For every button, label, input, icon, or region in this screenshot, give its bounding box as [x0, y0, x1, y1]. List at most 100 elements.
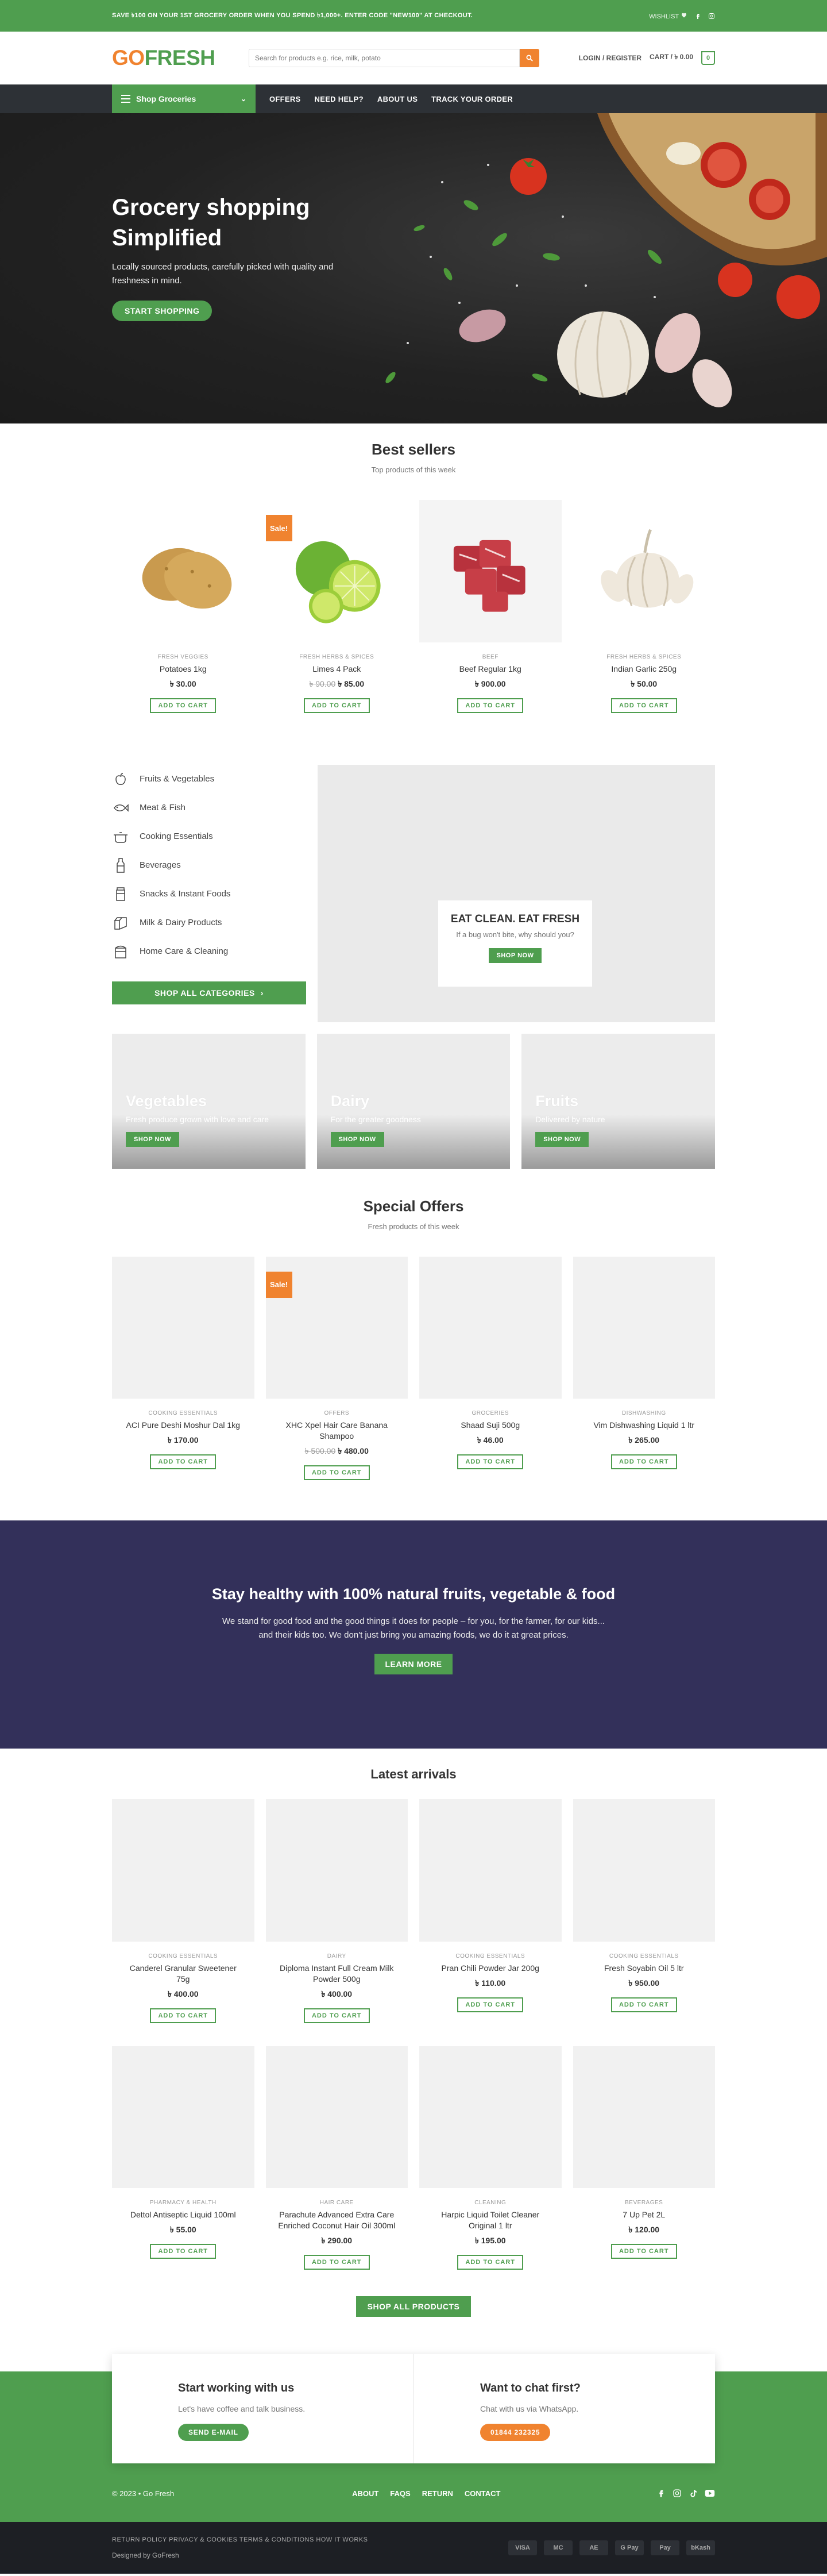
add-to-cart-button[interactable]: ADD TO CART	[610, 2244, 677, 2259]
product-name[interactable]: 7 Up Pet 2L	[573, 2209, 716, 2220]
product-name[interactable]: Pran Chili Powder Jar 200g	[419, 1963, 562, 1974]
product-image-beef[interactable]	[419, 500, 562, 642]
product-image[interactable]	[573, 1799, 715, 1942]
add-to-cart-button[interactable]: ADD TO CART	[150, 2244, 217, 2259]
product-image[interactable]	[573, 2046, 715, 2188]
nav-offers[interactable]: OFFERS	[269, 95, 301, 103]
footer-link-contact[interactable]: CONTACT	[465, 2489, 501, 2498]
search-input[interactable]: Search for products e.g. rice, milk, pot…	[249, 49, 520, 67]
product-image[interactable]	[112, 1256, 254, 1399]
category-meat-fish[interactable]: Meat & Fish	[112, 794, 306, 822]
add-to-cart-button[interactable]: ADD TO CART	[303, 2008, 370, 2023]
footer-link-faqs[interactable]: FAQS	[390, 2489, 410, 2498]
add-to-cart-button[interactable]: ADD TO CART	[150, 1454, 217, 1469]
product-image[interactable]	[419, 1799, 562, 1942]
facebook-icon[interactable]	[656, 2489, 666, 2498]
product-name[interactable]: Limes 4 Pack	[266, 664, 408, 675]
product-card[interactable]: HAIR CARE Parachute Advanced Extra Care …	[265, 2046, 408, 2270]
add-to-cart-button[interactable]: ADD TO CART	[457, 2255, 524, 2270]
product-card[interactable]: BEVERAGES 7 Up Pet 2L ৳ 120.00 ADD TO CA…	[573, 2046, 716, 2270]
add-to-cart-button[interactable]: ADD TO CART	[150, 2008, 217, 2023]
add-to-cart-button[interactable]: ADD TO CART	[150, 698, 217, 713]
product-image[interactable]	[265, 2046, 408, 2188]
add-to-cart-button[interactable]: ADD TO CART	[610, 698, 677, 713]
product-card[interactable]: DISHWASHING Vim Dishwashing Liquid 1 ltr…	[573, 1256, 716, 1481]
facebook-icon[interactable]	[694, 13, 701, 20]
add-to-cart-button[interactable]: ADD TO CART	[303, 2255, 370, 2270]
add-to-cart-button[interactable]: ADD TO CART	[303, 1465, 370, 1480]
add-to-cart-button[interactable]: ADD TO CART	[457, 1997, 524, 2012]
start-shopping-button[interactable]: START SHOPPING	[112, 301, 212, 321]
shop-all-products-button[interactable]: SHOP ALL PRODUCTS	[355, 2296, 472, 2317]
instagram-icon[interactable]	[708, 13, 715, 20]
product-image[interactable]	[419, 2046, 562, 2188]
policy-links[interactable]: RETURN POLICY PRIVACY & COOKIES TERMS & …	[112, 2536, 368, 2543]
product-name[interactable]: Harpic Liquid Toilet Cleaner Original 1 …	[419, 2209, 562, 2231]
add-to-cart-button[interactable]: ADD TO CART	[457, 698, 524, 713]
product-name[interactable]: Shaad Suji 500g	[419, 1420, 562, 1431]
add-to-cart-button[interactable]: ADD TO CART	[303, 698, 370, 713]
product-name[interactable]: Dettol Antiseptic Liquid 100ml	[112, 2209, 254, 2220]
learn-more-button[interactable]: LEARN MORE	[374, 1654, 453, 1674]
product-image[interactable]	[112, 1799, 254, 1942]
instagram-icon[interactable]	[673, 2489, 682, 2498]
wishlist-link[interactable]: WISHLIST	[649, 11, 687, 20]
site-logo[interactable]: GOFRESH	[112, 46, 244, 70]
shop-groceries-dropdown[interactable]: Shop Groceries ⌄	[112, 84, 256, 113]
product-image-potatoes[interactable]	[112, 500, 254, 642]
tiktok-icon[interactable]	[689, 2489, 698, 2498]
product-image[interactable]	[112, 2046, 254, 2188]
product-card[interactable]: GROCERIES Shaad Suji 500g ৳ 46.00 ADD TO…	[419, 1256, 562, 1481]
product-image-limes[interactable]: Sale!	[265, 500, 408, 642]
whatsapp-button[interactable]: 01844 232325	[480, 2424, 551, 2441]
footer-link-return[interactable]: RETURN	[422, 2489, 453, 2498]
product-card[interactable]: Sale! OFFERS XHC Xpel Hair Care Banana S…	[265, 1256, 408, 1480]
category-cooking-essentials[interactable]: Cooking Essentials	[112, 822, 306, 851]
product-card[interactable]: FRESH HERBS & SPICES Indian Garlic 250g …	[573, 500, 716, 713]
product-card[interactable]: BEEF Beef Regular 1kg ৳ 900.00 ADD TO CA…	[419, 500, 562, 713]
product-card[interactable]: COOKING ESSENTIALS ACI Pure Deshi Moshur…	[112, 1256, 254, 1481]
product-name[interactable]: Parachute Advanced Extra Care Enriched C…	[266, 2209, 408, 2231]
promo-shop-now-button[interactable]: SHOP NOW	[535, 1131, 589, 1147]
search-button[interactable]	[520, 49, 539, 67]
product-image[interactable]	[419, 1256, 562, 1399]
promo-card-dairy[interactable]: Dairy For the greater goodness SHOP NOW	[316, 1033, 511, 1169]
category-milk-dairy[interactable]: Milk & Dairy Products	[112, 908, 306, 937]
nav-need-help[interactable]: NEED HELP?	[315, 95, 364, 103]
category-fruits-vegetables[interactable]: Fruits & Vegetables	[112, 765, 306, 794]
add-to-cart-button[interactable]: ADD TO CART	[457, 1454, 524, 1469]
product-card[interactable]: FRESH VEGGIES Potatoes 1kg ৳ 30.00 ADD T…	[112, 500, 254, 713]
eat-clean-shop-now-button[interactable]: SHOP NOW	[488, 948, 542, 963]
nav-track-order[interactable]: TRACK YOUR ORDER	[431, 95, 513, 103]
cart-count-badge[interactable]: 0	[701, 51, 715, 65]
youtube-icon[interactable]	[705, 2489, 715, 2498]
product-image[interactable]	[573, 1256, 715, 1399]
shop-all-categories-button[interactable]: SHOP ALL CATEGORIES ›	[112, 981, 306, 1004]
product-image[interactable]	[265, 1799, 408, 1942]
product-card[interactable]: PHARMACY & HEALTH Dettol Antiseptic Liqu…	[112, 2046, 254, 2270]
product-name[interactable]: Beef Regular 1kg	[419, 664, 562, 675]
login-register-link[interactable]: LOGIN / REGISTER	[579, 54, 641, 62]
category-beverages[interactable]: Beverages	[112, 851, 306, 880]
nav-about-us[interactable]: ABOUT US	[377, 95, 418, 103]
product-card[interactable]: Sale! FRESH HERBS & SPICES Limes 4 Pack …	[265, 500, 408, 713]
product-name[interactable]: ACI Pure Deshi Moshur Dal 1kg	[112, 1420, 254, 1431]
product-image-garlic[interactable]	[573, 500, 715, 642]
product-card[interactable]: CLEANING Harpic Liquid Toilet Cleaner Or…	[419, 2046, 562, 2270]
footer-link-about[interactable]: ABOUT	[352, 2489, 378, 2498]
product-image[interactable]: Sale!	[265, 1256, 408, 1399]
category-home-care[interactable]: Home Care & Cleaning	[112, 937, 306, 966]
promo-shop-now-button[interactable]: SHOP NOW	[126, 1131, 179, 1147]
product-name[interactable]: Fresh Soyabin Oil 5 ltr	[573, 1963, 716, 1974]
add-to-cart-button[interactable]: ADD TO CART	[610, 1997, 677, 2012]
product-card[interactable]: COOKING ESSENTIALS Pran Chili Powder Jar…	[419, 1799, 562, 2023]
product-name[interactable]: Indian Garlic 250g	[573, 664, 716, 675]
product-name[interactable]: Vim Dishwashing Liquid 1 ltr	[573, 1420, 716, 1431]
category-snacks-instant[interactable]: Snacks & Instant Foods	[112, 880, 306, 908]
product-name[interactable]: Diploma Instant Full Cream Milk Powder 5…	[266, 1963, 408, 1985]
product-name[interactable]: XHC Xpel Hair Care Banana Shampoo	[266, 1420, 408, 1442]
promo-card-fruits[interactable]: Fruits Delivered by nature SHOP NOW	[521, 1033, 715, 1169]
promo-card-vegetables[interactable]: Vegetables Fresh produce grown with love…	[112, 1033, 306, 1169]
product-name[interactable]: Potatoes 1kg	[112, 664, 254, 675]
cart-link[interactable]: CART / ৳ 0.00	[650, 52, 693, 64]
